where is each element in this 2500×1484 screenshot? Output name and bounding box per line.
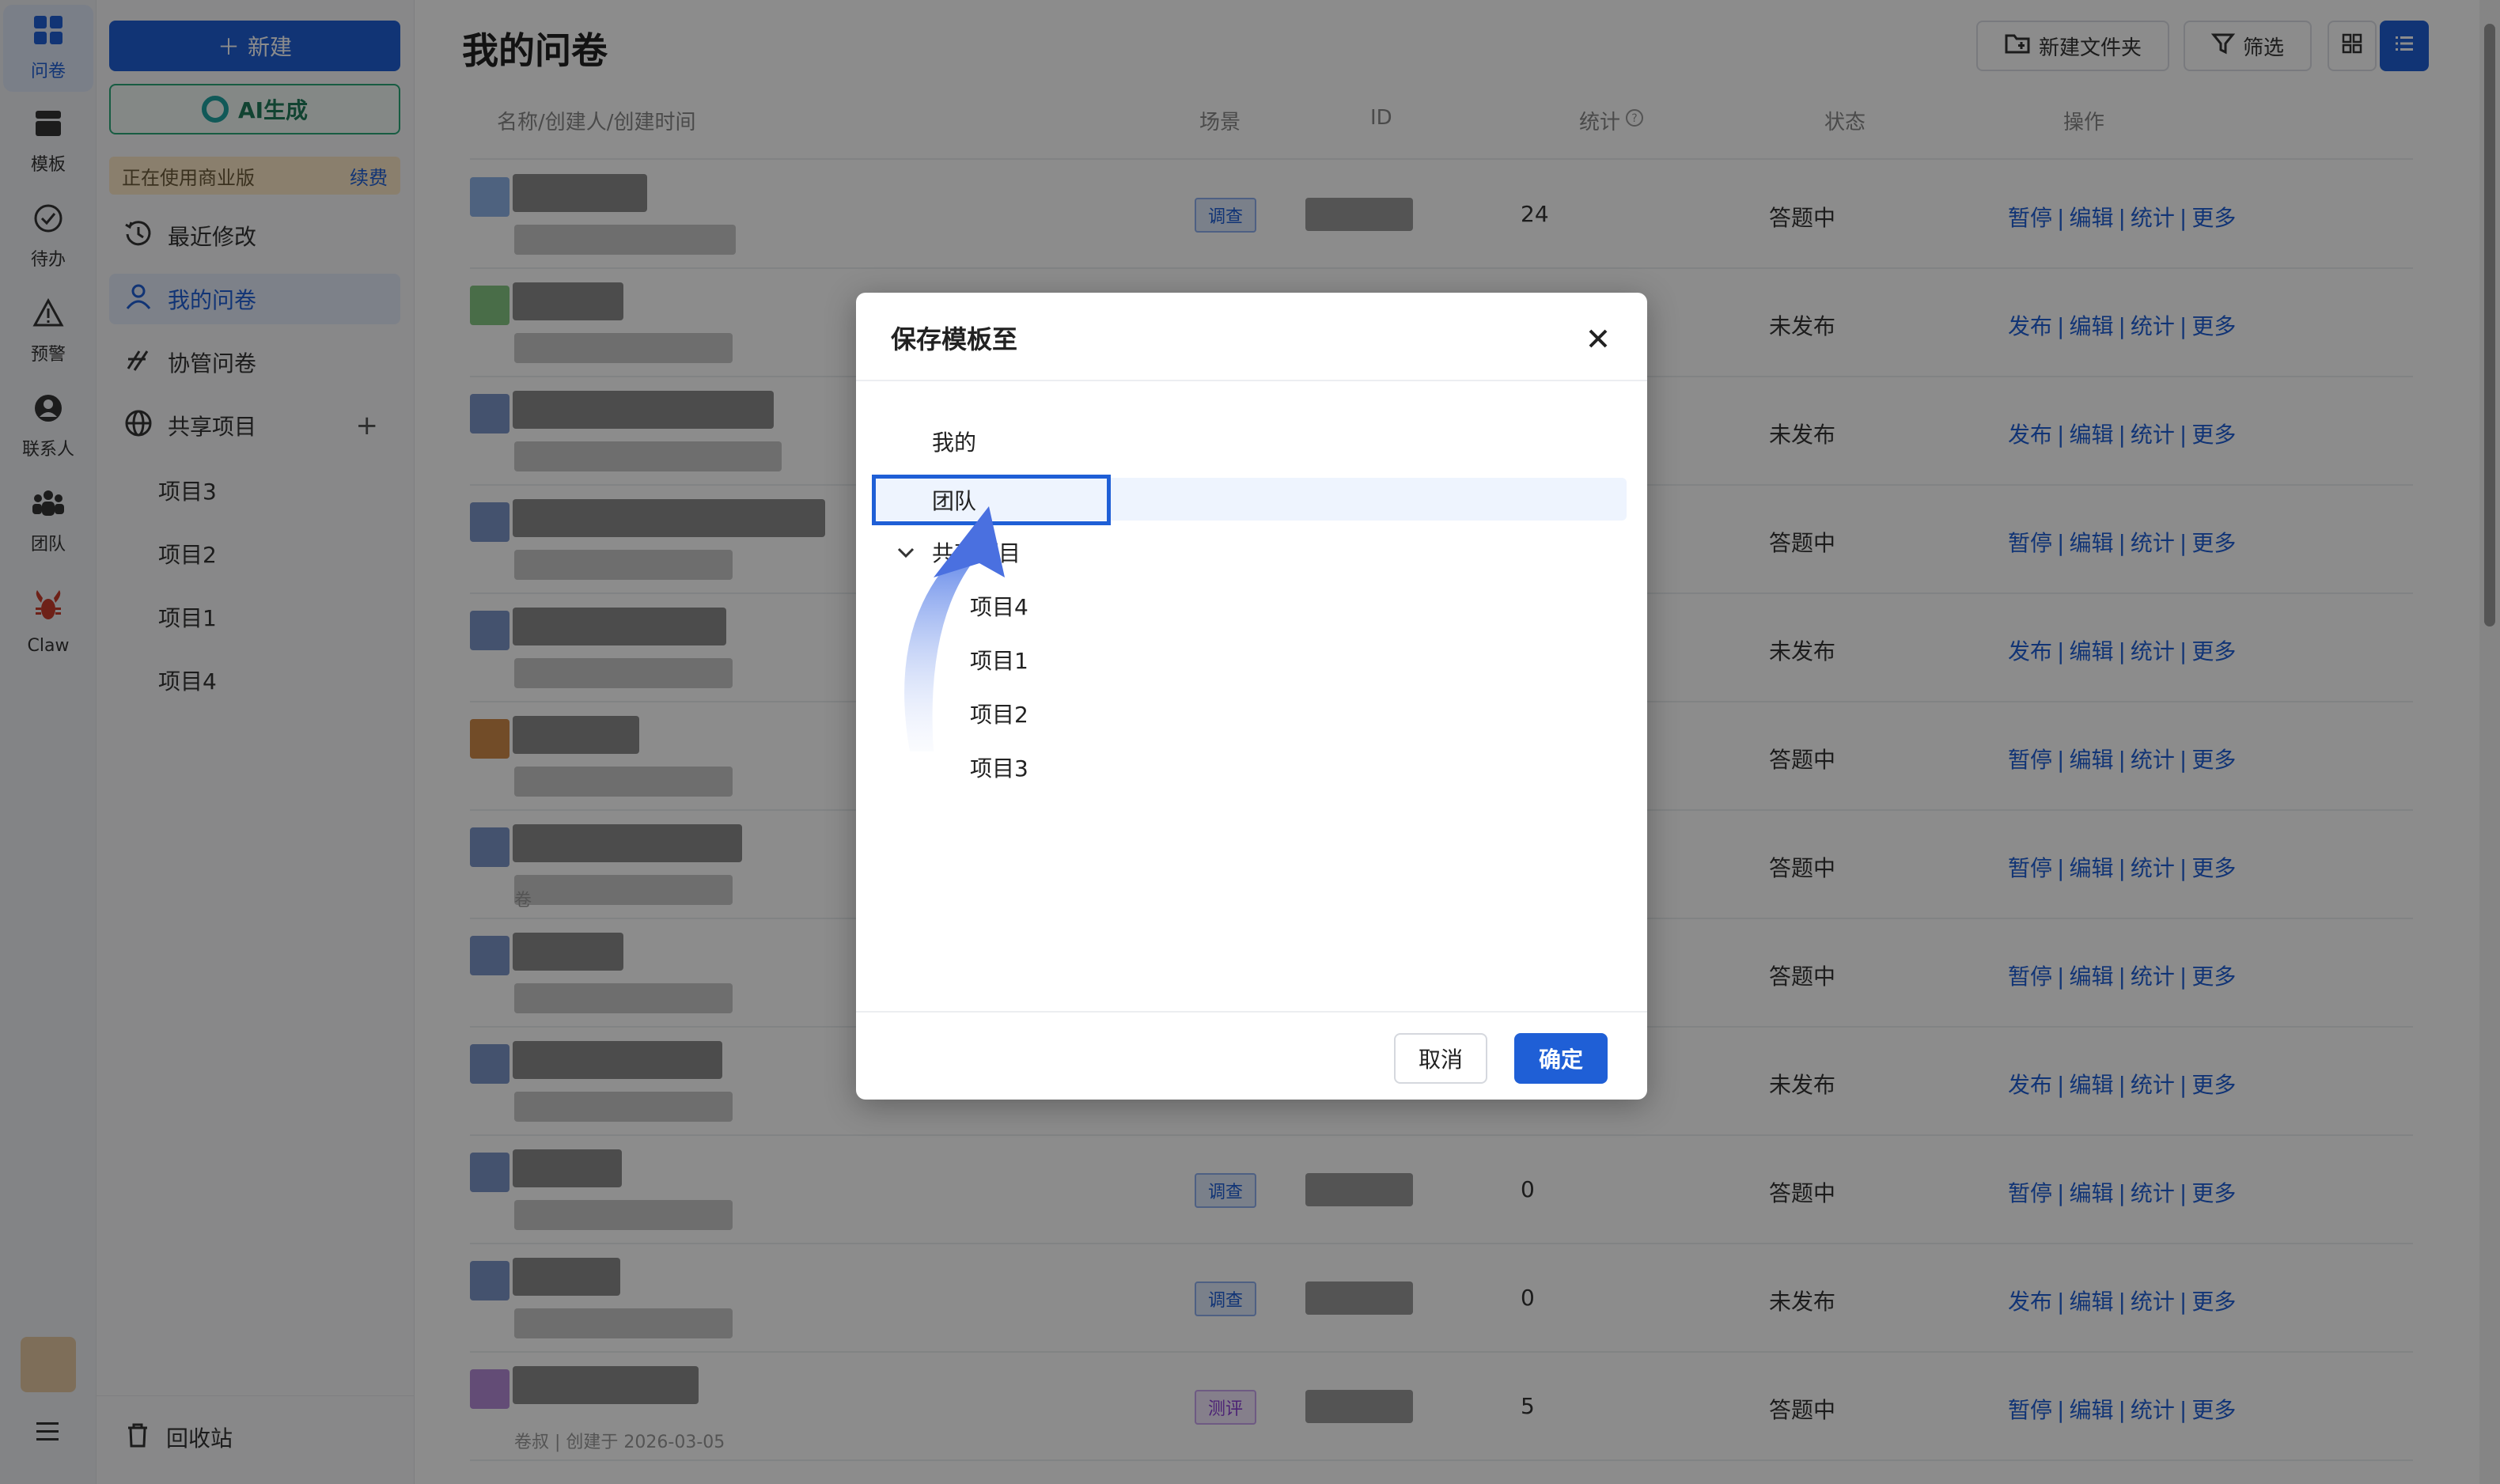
dialog-header-divider bbox=[856, 380, 1647, 381]
tree-item-mine[interactable]: 我的 bbox=[932, 426, 976, 457]
app-root: 问卷 模板 待办 预警 联系人 团队 Claw ＋ 新建 AI生成 正在使用商业… bbox=[0, 0, 2500, 1484]
dialog-footer-divider bbox=[856, 1011, 1647, 1013]
dialog-title: 保存模板至 bbox=[891, 324, 1018, 354]
confirm-button[interactable]: 确定 bbox=[1514, 1033, 1608, 1084]
close-icon[interactable] bbox=[1584, 324, 1612, 353]
cancel-button[interactable]: 取消 bbox=[1394, 1033, 1487, 1084]
pointer-arrow-icon bbox=[904, 506, 1005, 751]
